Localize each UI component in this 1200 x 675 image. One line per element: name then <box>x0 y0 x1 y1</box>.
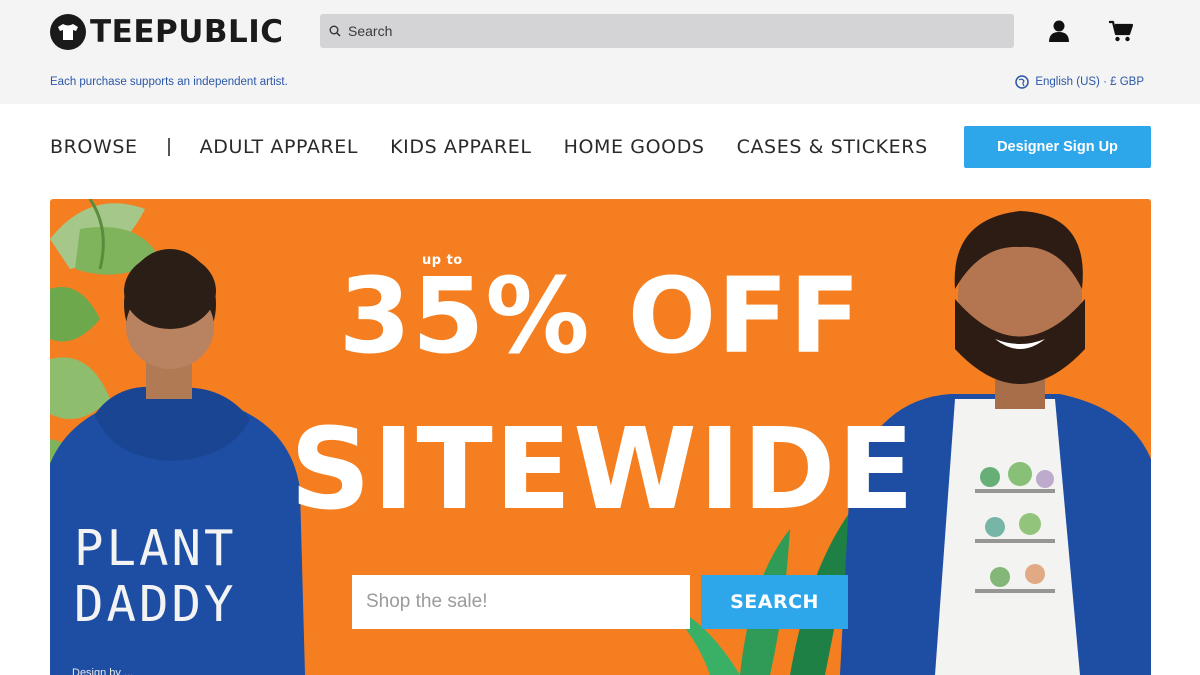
nav-browse[interactable]: BROWSE <box>50 136 138 158</box>
sale-search-input[interactable] <box>352 575 690 629</box>
designer-signup-button[interactable]: Designer Sign Up <box>964 126 1151 168</box>
hoodie-print-line-2: DADDY <box>74 576 237 633</box>
search-bar[interactable] <box>320 14 1014 48</box>
nav-cases-stickers[interactable]: CASES & STICKERS <box>737 136 928 158</box>
locale-selector[interactable]: English (US) · £ GBP <box>1015 75 1144 89</box>
artist-support-tagline: Each purchase supports an independent ar… <box>50 76 288 88</box>
logo-wordmark: TEEPUBLIC <box>90 14 284 50</box>
teepublic-logo[interactable]: TEEPUBLIC <box>50 13 284 51</box>
hero-banner[interactable]: up to 35% OFF SITEWIDE PLANT DADDY Desig… <box>50 199 1151 675</box>
search-icon <box>328 24 342 38</box>
hoodie-print-text: PLANT DADDY <box>74 521 237 633</box>
nav-home-goods[interactable]: HOME GOODS <box>564 136 705 158</box>
design-credit: Design by ... <box>72 667 134 675</box>
main-nav: BROWSE ADULT APPAREL KIDS APPAREL HOME G… <box>50 126 1151 168</box>
hoodie-print-line-1: PLANT <box>74 520 237 577</box>
cart-icon[interactable] <box>1108 18 1134 44</box>
user-icon[interactable] <box>1046 18 1072 44</box>
search-input[interactable] <box>348 23 948 39</box>
hero-headline-discount: 35% OFF <box>338 255 862 377</box>
globe-icon <box>1015 75 1030 89</box>
sale-search-button[interactable]: SEARCH <box>701 575 848 629</box>
locale-label: English (US) · £ GBP <box>1035 76 1144 88</box>
info-strip: Each purchase supports an independent ar… <box>0 64 1200 104</box>
hero-headline-sitewide: SITEWIDE <box>290 405 916 535</box>
nav-adult-apparel[interactable]: ADULT APPAREL <box>200 136 358 158</box>
nav-divider <box>167 138 170 156</box>
top-header: TEEPUBLIC <box>0 0 1200 64</box>
tshirt-logo-icon <box>50 14 86 50</box>
nav-kids-apparel[interactable]: KIDS APPAREL <box>390 136 531 158</box>
